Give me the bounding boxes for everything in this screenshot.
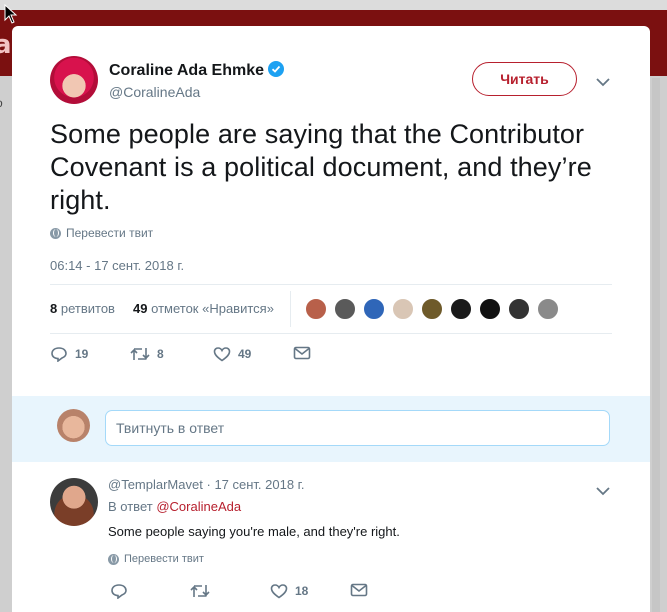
- reply-action[interactable]: [110, 583, 128, 599]
- liker-avatar[interactable]: [507, 297, 531, 321]
- reply-meta: @TemplarMavet · 17 сент. 2018 г.: [108, 477, 304, 492]
- liker-avatar[interactable]: [333, 297, 357, 321]
- like-count: 49: [238, 347, 252, 361]
- stats-counts: 8 ретвитов 49 отметок «Нравится»: [50, 301, 274, 316]
- meta-separator: ·: [206, 477, 211, 492]
- chevron-down-icon[interactable]: [596, 483, 610, 501]
- heart-icon: [213, 347, 231, 362]
- tweet-text: Some people are saying that the Contribu…: [50, 119, 592, 215]
- retweets-stat[interactable]: 8 ретвитов: [50, 301, 115, 316]
- envelope-icon: [293, 346, 311, 360]
- liker-avatar[interactable]: [304, 297, 328, 321]
- reply-text: Some people saying you're male, and they…: [108, 524, 400, 539]
- reply-actions: 18: [110, 583, 410, 605]
- retweet-action[interactable]: 8: [130, 346, 164, 362]
- globe-icon: [50, 227, 61, 239]
- author-name[interactable]: Coraline Ada Ehmke: [109, 61, 285, 80]
- reply-icon: [51, 347, 67, 362]
- retweet-icon: [190, 585, 210, 597]
- like-count: 18: [295, 584, 309, 598]
- translate-reply-link[interactable]: Перевести твит: [108, 553, 204, 565]
- liker-avatar[interactable]: [420, 297, 444, 321]
- tweet-timestamp[interactable]: 06:14 - 17 сент. 2018 г.: [50, 258, 184, 273]
- likes-stat[interactable]: 49 отметок «Нравится»: [133, 301, 274, 316]
- reply-handle[interactable]: @TemplarMavet: [108, 477, 203, 492]
- author-handle[interactable]: @CoralineAda: [109, 84, 200, 100]
- background-nav-fragment: о: [0, 96, 3, 110]
- tweet-permalink-modal: Coraline Ada Ehmke @CoralineAda Читать S…: [12, 26, 650, 612]
- envelope-icon: [350, 583, 368, 597]
- reply-icon: [111, 584, 127, 599]
- reply-mention-link[interactable]: @CoralineAda: [156, 499, 241, 514]
- author-avatar[interactable]: [50, 56, 98, 104]
- like-action[interactable]: 49: [213, 346, 251, 362]
- reply-compose-area: Твитнуть в ответ: [12, 396, 650, 462]
- background-scrollbar[interactable]: [652, 78, 660, 612]
- tweet-actions: 19 8 49: [50, 346, 350, 370]
- translate-tweet-link[interactable]: Перевести твит: [50, 226, 153, 240]
- globe-icon: [108, 553, 119, 565]
- background-logo-fragment: a: [0, 30, 12, 60]
- liker-avatar[interactable]: [449, 297, 473, 321]
- reply-action[interactable]: 19: [50, 346, 88, 362]
- translate-label: Перевести твит: [66, 226, 154, 240]
- heart-icon: [270, 584, 288, 599]
- verified-badge-icon: [268, 61, 285, 77]
- in-reply-to: В ответ @CoralineAda: [108, 499, 241, 514]
- retweet-count: 8: [157, 347, 164, 361]
- liker-avatar[interactable]: [478, 297, 502, 321]
- in-reply-prefix: В ответ: [108, 499, 153, 514]
- current-user-avatar: [57, 409, 90, 442]
- chevron-down-icon[interactable]: [596, 74, 610, 92]
- retweet-icon: [130, 348, 150, 360]
- tweet-header: Coraline Ada Ehmke @CoralineAda Читать: [50, 56, 620, 108]
- reply-input[interactable]: Твитнуть в ответ: [105, 410, 610, 446]
- translate-label: Перевести твит: [124, 553, 204, 565]
- tweet-stats: 8 ретвитов 49 отметок «Нравится»: [50, 284, 612, 334]
- like-action[interactable]: 18: [270, 583, 308, 599]
- follow-button[interactable]: Читать: [472, 62, 577, 96]
- reply-count: 19: [75, 347, 89, 361]
- reply-tweet[interactable]: @TemplarMavet · 17 сент. 2018 г. В ответ…: [12, 463, 650, 612]
- stats-divider: [290, 291, 291, 327]
- direct-message-action[interactable]: [293, 346, 311, 360]
- liker-avatar[interactable]: [362, 297, 386, 321]
- retweet-action[interactable]: [190, 583, 210, 599]
- direct-message-action[interactable]: [350, 583, 368, 597]
- reply-date[interactable]: 17 сент. 2018 г.: [214, 477, 304, 492]
- liker-avatar[interactable]: [391, 297, 415, 321]
- liker-avatar[interactable]: [536, 297, 560, 321]
- reply-author-avatar[interactable]: [50, 478, 98, 526]
